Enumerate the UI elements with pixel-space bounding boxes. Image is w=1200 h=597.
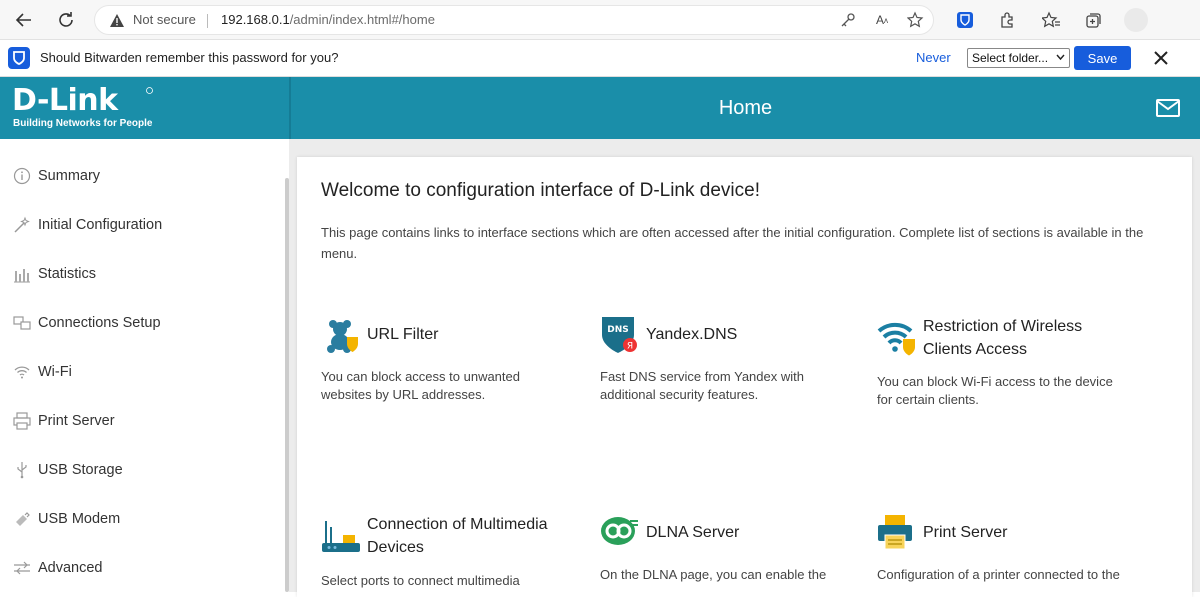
sidebar-item-initial-configuration[interactable]: Initial Configuration [0, 200, 280, 249]
dlink-logo[interactable]: D-Link Building Networks for People [0, 77, 289, 139]
tile-description: You can block access to unwanted website… [321, 369, 520, 402]
connections-icon [12, 313, 32, 333]
tile-description: You can block Wi-Fi access to the device… [877, 374, 1113, 407]
bitwarden-logo-icon [8, 47, 30, 69]
bitwarden-message: Should Bitwarden remember this password … [40, 50, 339, 65]
url-text: 192.168.0.1/admin/index.html#/home [221, 12, 435, 27]
multimedia-router-icon [322, 521, 360, 552]
save-button[interactable]: Save [1074, 46, 1131, 70]
intro-text: This page contains links to interface se… [321, 225, 1144, 261]
address-bar[interactable]: Not secure 192.168.0.1/admin/index.html#… [94, 5, 934, 35]
tile-print-server[interactable]: Print Server Configuration of a printer … [877, 513, 1137, 597]
profile-avatar[interactable] [1124, 8, 1148, 32]
sidebar-item-label: Initial Configuration [38, 216, 163, 233]
tile-description: Fast DNS service from Yandex with additi… [600, 369, 804, 402]
dlna-icon [601, 517, 638, 545]
tile-title[interactable]: Connection of Multimedia Devices [367, 513, 577, 559]
tile-description: On the DLNA page, you can enable the [600, 567, 827, 582]
sidebar-item-connections-setup[interactable]: Connections Setup [0, 298, 280, 347]
info-icon [12, 166, 32, 186]
brand-tagline: Building Networks for People [13, 118, 153, 129]
brand-name: D-Link [12, 83, 118, 118]
sidebar-item-print-server[interactable]: Print Server [0, 396, 280, 445]
extensions-icon[interactable] [996, 9, 1018, 31]
back-arrow-icon [15, 13, 31, 27]
welcome-heading: Welcome to configuration interface of D-… [321, 180, 760, 201]
read-aloud-icon[interactable]: Aʌ [871, 9, 893, 31]
sidebar-item-label: Statistics [38, 265, 97, 282]
url-separator [207, 14, 208, 28]
usb-modem-icon [12, 509, 32, 529]
bar-chart-icon [12, 264, 32, 284]
tile-title[interactable]: DLNA Server [646, 521, 739, 544]
tile-title[interactable]: Yandex.DNS [646, 323, 737, 346]
sidebar-item-wifi[interactable]: Wi-Fi [0, 347, 280, 396]
sidebar-item-advanced[interactable]: Advanced [0, 543, 280, 592]
folder-select[interactable]: Select folder... [967, 48, 1070, 68]
sidebar-item-usb-storage[interactable]: USB Storage [0, 445, 280, 494]
collections-icon[interactable] [1083, 9, 1105, 31]
sidebar-item-label: Summary [38, 167, 101, 184]
tile-yandex-dns[interactable]: DNS Я Yandex.DNS Fast DNS service from Y… [600, 315, 860, 405]
wand-icon [12, 215, 32, 235]
reload-icon [59, 12, 73, 27]
registered-mark-icon [146, 87, 153, 94]
app-header: D-Link Building Networks for People Home [0, 77, 1200, 139]
close-button[interactable] [1150, 47, 1172, 69]
url-host: 192.168.0.1 [221, 12, 290, 27]
wifi-icon [12, 362, 32, 382]
never-button[interactable]: Never [916, 50, 951, 65]
url-path: /admin/index.html#/home [289, 12, 435, 27]
close-icon [1154, 51, 1168, 65]
reload-button[interactable] [54, 8, 78, 32]
svg-text:DNS: DNS [607, 325, 629, 335]
tile-title[interactable]: URL Filter [367, 323, 438, 346]
wifi-shield-icon [877, 322, 915, 356]
sidebar-item-label: Print Server [38, 412, 115, 429]
favorite-add-icon[interactable] [905, 9, 927, 31]
printer-color-icon [878, 515, 912, 550]
tile-title[interactable]: Restriction of Wireless Clients Access [923, 315, 1133, 361]
not-secure-label: Not secure [133, 12, 196, 27]
browser-toolbar: Not secure 192.168.0.1/admin/index.html#… [0, 0, 1200, 40]
back-button[interactable] [12, 8, 36, 32]
bitwarden-extension-icon[interactable] [954, 9, 976, 31]
sidebar-item-label: USB Storage [38, 461, 123, 478]
key-icon[interactable] [837, 9, 859, 31]
tile-dlna-server[interactable]: DLNA Server On the DLNA page, you can en… [600, 513, 860, 597]
tile-wireless-restriction[interactable]: Restriction of Wireless Clients Access Y… [877, 315, 1137, 415]
sidebar-item-label: USB Modem [38, 510, 121, 527]
sliders-icon [12, 558, 32, 578]
tile-url-filter[interactable]: URL Filter You can block access to unwan… [321, 315, 581, 405]
bitwarden-notification-bar: Should Bitwarden remember this password … [0, 40, 1200, 77]
sidebar-item-usb-modem[interactable]: USB Modem [0, 494, 280, 543]
teddy-shield-icon [327, 320, 358, 353]
tile-multimedia-devices[interactable]: Connection of Multimedia Devices Select … [321, 513, 581, 597]
sidebar-item-label: Wi-Fi [38, 363, 72, 380]
sidebar-nav: Summary Initial Configuration Statistics… [0, 139, 289, 592]
sidebar-item-label: Connections Setup [38, 314, 161, 331]
chevron-down-icon [1056, 54, 1065, 61]
dns-shield-icon: DNS Я [602, 317, 637, 353]
svg-text:Я: Я [627, 342, 633, 352]
favorites-icon[interactable] [1040, 9, 1062, 31]
page-title: Home [718, 96, 773, 119]
sidebar-item-label: Advanced [38, 559, 103, 576]
printer-icon [12, 411, 32, 431]
home-card: Welcome to configuration interface of D-… [297, 157, 1192, 597]
tile-description: Configuration of a printer connected to … [877, 567, 1120, 582]
warning-icon [110, 14, 124, 27]
mail-icon[interactable] [1156, 99, 1180, 117]
folder-select-value: Select folder... [972, 51, 1049, 65]
sidebar-item-statistics[interactable]: Statistics [0, 249, 280, 298]
tile-title[interactable]: Print Server [923, 521, 1007, 544]
sidebar-item-summary[interactable]: Summary [0, 151, 280, 200]
tile-description: Select ports to connect multimedia [321, 573, 520, 588]
usb-icon [12, 460, 32, 480]
